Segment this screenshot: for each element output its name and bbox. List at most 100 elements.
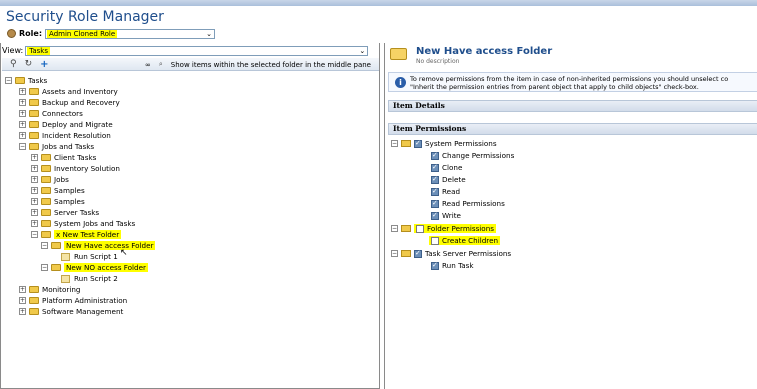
tree-node[interactable]: + Platform Administration xyxy=(19,295,127,306)
folder-icon xyxy=(29,121,39,128)
tree-node[interactable]: + Deploy and Migrate xyxy=(19,119,113,130)
collapse-icon[interactable]: − xyxy=(391,250,398,257)
folder-icon xyxy=(401,140,411,147)
expand-icon[interactable]: + xyxy=(19,110,26,117)
expand-icon[interactable]: + xyxy=(19,121,26,128)
tree-node-label: New NO access Folder xyxy=(64,263,148,272)
folder-icon xyxy=(29,143,39,150)
tree-node-new-test-folder[interactable]: − x New Test Folder xyxy=(31,229,122,240)
perm-group-folder[interactable]: − Folder Permissions xyxy=(391,223,497,234)
checkbox[interactable] xyxy=(431,187,439,196)
show-items-text[interactable]: Show items within the selected folder in… xyxy=(171,61,371,69)
checkbox[interactable] xyxy=(414,249,422,258)
tree-node[interactable]: + System Jobs and Tasks xyxy=(31,218,135,229)
item-permissions-header[interactable]: Item Permissions xyxy=(388,123,757,135)
perm-group-task-server[interactable]: − Task Server Permissions xyxy=(391,248,511,259)
tree-node-no-access-folder[interactable]: − New NO access Folder xyxy=(41,262,148,273)
perm-item[interactable]: Create Children xyxy=(429,235,501,246)
item-details-header[interactable]: Item Details xyxy=(388,100,757,112)
details-title: New Have access Folder xyxy=(416,46,553,57)
checkbox[interactable] xyxy=(431,151,439,160)
folder-icon xyxy=(29,110,39,117)
checkbox[interactable] xyxy=(431,211,439,220)
expand-icon[interactable]: + xyxy=(31,165,38,172)
tree-node[interactable]: + Jobs xyxy=(31,174,69,185)
add-icon[interactable]: + xyxy=(40,59,48,70)
collapse-icon[interactable]: − xyxy=(391,225,398,232)
checkbox[interactable] xyxy=(414,139,422,148)
folder-icon xyxy=(401,225,411,232)
expand-icon[interactable]: + xyxy=(31,198,38,205)
create-children-highlight: Create Children xyxy=(429,236,501,245)
tree-node[interactable]: + Samples xyxy=(31,196,85,207)
tree-node-have-access-folder[interactable]: − New Have access Folder xyxy=(41,240,156,251)
tree-node[interactable]: − Jobs and Tasks xyxy=(19,141,94,152)
expand-icon[interactable]: + xyxy=(31,176,38,183)
perm-item[interactable]: Change Permissions xyxy=(431,150,514,161)
checkbox[interactable] xyxy=(431,261,439,270)
checkbox[interactable] xyxy=(431,175,439,184)
expand-icon[interactable]: + xyxy=(19,286,26,293)
tree-node[interactable]: + Software Management xyxy=(19,306,123,317)
perm-item[interactable]: Write xyxy=(431,210,461,221)
perm-item[interactable]: Read xyxy=(431,186,460,197)
tree-node-run-script-2[interactable]: Run Script 2 xyxy=(61,273,118,284)
folder-icon xyxy=(51,242,61,249)
tree-node-label: Incident Resolution xyxy=(42,131,111,140)
tree-node-label: Backup and Recovery xyxy=(42,98,120,107)
search-icon[interactable]: ⚲ xyxy=(10,59,17,69)
top-strip xyxy=(0,0,757,6)
perm-label: Create Children xyxy=(442,236,499,245)
tree-node[interactable]: + Inventory Solution xyxy=(31,163,120,174)
expand-icon[interactable]: + xyxy=(31,209,38,216)
expand-icon[interactable]: + xyxy=(19,99,26,106)
info-line: To remove permissions from the item in c… xyxy=(410,75,729,83)
collapse-icon[interactable]: − xyxy=(391,140,398,147)
expand-icon[interactable]: + xyxy=(19,132,26,139)
expand-icon[interactable]: + xyxy=(31,187,38,194)
checkbox[interactable] xyxy=(431,199,439,208)
expand-icon[interactable]: + xyxy=(31,154,38,161)
refresh-icon[interactable]: ↻ xyxy=(25,59,33,69)
tree-node[interactable]: + Connectors xyxy=(19,108,83,119)
collapse-icon[interactable]: − xyxy=(41,264,48,271)
perm-item[interactable]: Delete xyxy=(431,174,466,185)
view-dropdown[interactable]: Tasks ⌄ xyxy=(25,45,369,56)
checkbox[interactable] xyxy=(416,224,424,233)
folder-icon xyxy=(29,99,39,106)
perm-label: Change Permissions xyxy=(442,151,515,160)
expand-icon[interactable]: + xyxy=(19,88,26,95)
collapse-icon[interactable]: − xyxy=(5,77,12,84)
checkbox[interactable] xyxy=(431,163,439,172)
tree-node-run-script-1[interactable]: Run Script 1 xyxy=(61,251,118,262)
collapse-icon[interactable]: − xyxy=(41,242,48,249)
role-dropdown[interactable]: Admin Cloned Role ⌄ xyxy=(45,28,216,39)
checkbox[interactable] xyxy=(431,236,439,245)
tree-node-label: Samples xyxy=(54,186,85,195)
expand-icon[interactable]: + xyxy=(19,308,26,315)
tree-node[interactable]: + Incident Resolution xyxy=(19,130,111,141)
perm-group-label: Task Server Permissions xyxy=(425,249,512,258)
tree-node[interactable]: + Samples xyxy=(31,185,85,196)
collapse-icon[interactable]: − xyxy=(31,231,38,238)
tree-node[interactable]: + Assets and Inventory xyxy=(19,86,118,97)
filter-icon[interactable]: ⌕ xyxy=(159,60,163,69)
perm-item[interactable]: Read Permissions xyxy=(431,198,505,209)
tree-node[interactable]: + Client Tasks xyxy=(31,152,96,163)
perm-item[interactable]: Clone xyxy=(431,162,462,173)
tree-node[interactable]: + Backup and Recovery xyxy=(19,97,120,108)
tree-node-label: Tasks xyxy=(28,76,48,85)
perm-group-system[interactable]: − System Permissions xyxy=(391,138,497,149)
tree-node[interactable]: + Monitoring xyxy=(19,284,80,295)
tree-node-root[interactable]: − Tasks xyxy=(5,75,47,86)
tree-node-label: Run Script 1 xyxy=(74,252,118,261)
folder-icon xyxy=(51,264,61,271)
expand-icon[interactable]: + xyxy=(19,297,26,304)
tree-node-label: Connectors xyxy=(42,109,83,118)
script-icon xyxy=(61,252,70,261)
perm-item[interactable]: Run Task xyxy=(431,260,474,271)
expand-icon[interactable]: + xyxy=(31,220,38,227)
tree-node[interactable]: + Server Tasks xyxy=(31,207,99,218)
collapse-icon[interactable]: − xyxy=(19,143,26,150)
link-icon[interactable]: ∞ xyxy=(145,61,151,69)
